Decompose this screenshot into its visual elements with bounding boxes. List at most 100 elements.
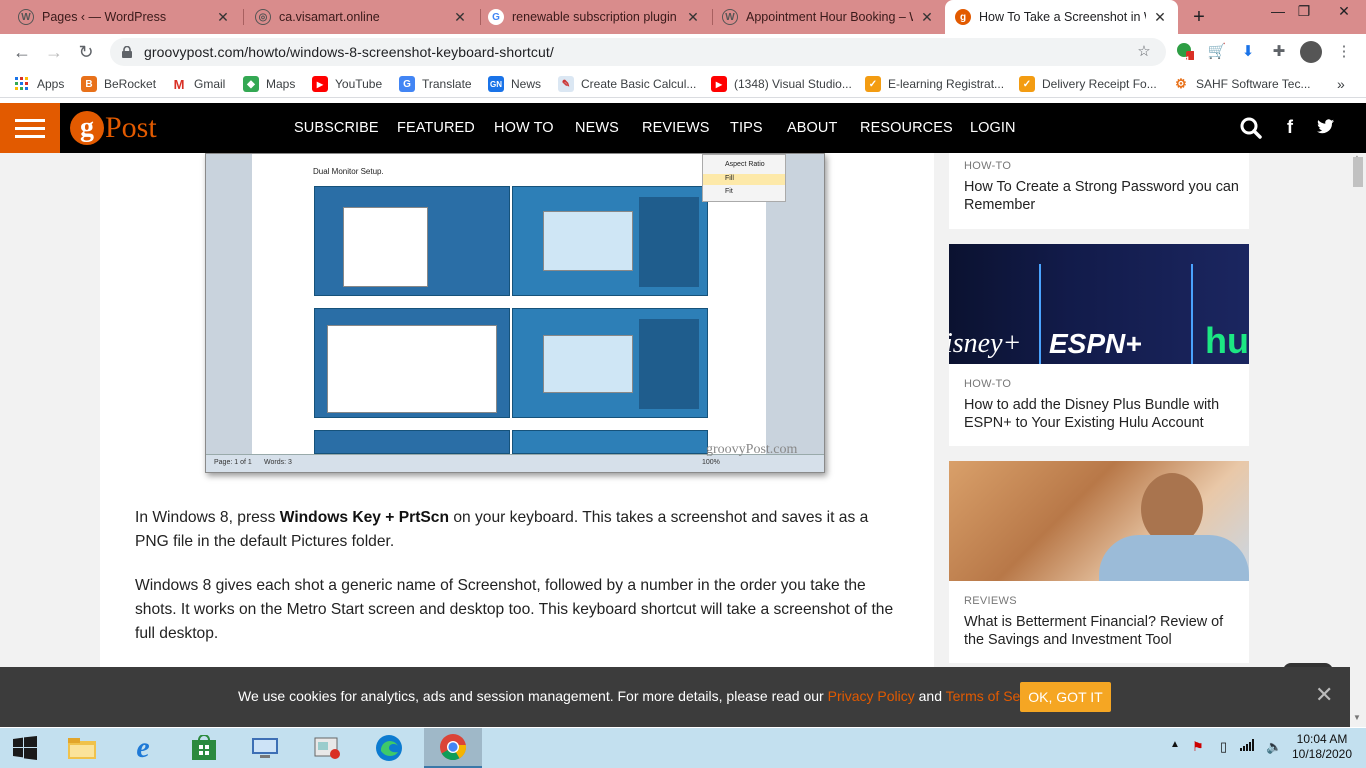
window-close-icon[interactable]: ✕: [1322, 0, 1366, 24]
card-category: HOW-TO: [964, 160, 1012, 172]
monitor-thumbnail: [512, 308, 708, 418]
tab-visamart[interactable]: ◎ ca.visamart.online ✕: [245, 0, 478, 34]
man-with-laptop-image[interactable]: [949, 461, 1249, 581]
facebook-icon[interactable]: f: [1287, 117, 1293, 138]
bookmark-label: Apps: [37, 77, 65, 91]
bookmark-news[interactable]: GN News: [488, 75, 541, 93]
shopping-cart-icon[interactable]: 🛒: [1207, 42, 1227, 62]
store-icon[interactable]: [179, 728, 229, 768]
bookmark-label: News: [511, 77, 542, 91]
window-thumbnail: [327, 325, 497, 413]
close-icon[interactable]: ✕: [685, 9, 701, 26]
twitter-icon[interactable]: [1317, 119, 1335, 140]
bookmark-label: YouTube: [335, 77, 383, 91]
nav-resources[interactable]: RESOURCES: [860, 120, 953, 136]
remote-desktop-icon[interactable]: [240, 728, 290, 768]
menu-kebab-icon[interactable]: ⋮: [1334, 42, 1354, 62]
nav-reviews[interactable]: REVIEWS: [642, 120, 710, 136]
internet-explorer-icon[interactable]: e: [118, 728, 168, 768]
tab-wordpress-pages[interactable]: W Pages ‹ — WordPress ✕: [8, 0, 241, 34]
clock-time: 10:04 AM: [1296, 732, 1348, 746]
nav-featured[interactable]: FEATURED: [397, 120, 475, 136]
hamburger-menu-icon[interactable]: [0, 103, 60, 153]
bookmark-visual-studio[interactable]: ▶ (1348) Visual Studio...: [711, 75, 852, 93]
search-icon[interactable]: [1240, 117, 1262, 144]
scroll-down-icon[interactable]: ▼: [1353, 713, 1361, 722]
word-document: Dual Monitor Setup. Aspect Ratio Fill Fi…: [252, 154, 786, 454]
back-icon[interactable]: ←: [10, 41, 34, 63]
bookmark-label: Translate: [422, 77, 472, 91]
bookmark-maps[interactable]: ◆ Maps: [243, 75, 295, 93]
menu-item-aspect-ratio: Aspect Ratio: [725, 161, 765, 168]
accept-cookies-button[interactable]: OK, GOT IT: [1020, 682, 1111, 712]
system-clock[interactable]: 10:04 AM 10/18/2020: [1286, 732, 1358, 762]
file-explorer-icon[interactable]: [57, 728, 107, 768]
sidebar-card[interactable]: HOW-TO How To Create a Strong Password y…: [949, 153, 1249, 229]
close-icon[interactable]: ✕: [215, 9, 231, 26]
tab-google-search[interactable]: G renewable subscription plugin fo ✕: [478, 0, 711, 34]
card-title[interactable]: How To Create a Strong Password you can …: [964, 178, 1239, 214]
forward-icon[interactable]: →: [42, 41, 66, 63]
bookmark-berocket[interactable]: B BeRocket: [81, 75, 156, 93]
screen-recorder-icon[interactable]: [302, 728, 352, 768]
tab-appointment-booking[interactable]: W Appointment Hour Booking – W ✕: [712, 0, 945, 34]
window-thumbnail: [543, 211, 633, 271]
restore-icon[interactable]: ❐: [1282, 0, 1326, 24]
watermark-text: groovyPost.com: [706, 442, 798, 457]
puzzle-extensions-icon[interactable]: ✚: [1269, 42, 1289, 62]
logo-letter: g: [70, 111, 104, 145]
chrome-taskbar-icon[interactable]: [424, 728, 482, 768]
omnibox[interactable]: groovypost.com/howto/windows-8-screensho…: [110, 38, 1166, 66]
scroll-thumb[interactable]: [1353, 157, 1363, 187]
bookmark-elearning[interactable]: ✓ E-learning Registrat...: [865, 75, 1004, 93]
groovypost-logo[interactable]: g Post: [70, 109, 157, 147]
url-text: groovypost.com/howto/windows-8-screensho…: [144, 44, 554, 60]
battery-icon[interactable]: ▯: [1220, 739, 1227, 755]
status-words: Words: 3: [264, 459, 292, 466]
desktop-icons-area: [639, 319, 699, 409]
profile-avatar[interactable]: [1300, 41, 1322, 63]
nav-login[interactable]: LOGIN: [970, 120, 1016, 136]
download-icon[interactable]: ⬇: [1238, 42, 1258, 62]
network-signal-icon[interactable]: [1240, 739, 1254, 754]
extension-green-icon[interactable]: 1: [1175, 42, 1195, 65]
bookmark-star-icon[interactable]: ☆: [1134, 42, 1154, 62]
close-icon[interactable]: ✕: [1152, 9, 1168, 26]
card-title[interactable]: What is Betterment Financial? Review of …: [964, 613, 1239, 649]
nav-how-to[interactable]: HOW TO: [494, 120, 554, 136]
doc-title: Dual Monitor Setup.: [313, 167, 384, 176]
close-icon[interactable]: ✕: [1315, 684, 1333, 706]
close-icon[interactable]: ✕: [452, 9, 468, 26]
new-tab-icon[interactable]: +: [1188, 6, 1210, 28]
sidebar-card[interactable]: isney+ ESPN+ hu HOW-TO How to add the Di…: [949, 244, 1249, 446]
nav-tips[interactable]: TIPS: [730, 120, 763, 136]
bookmark-youtube[interactable]: ▶ YouTube: [312, 75, 382, 93]
reload-icon[interactable]: ↻: [74, 41, 98, 63]
windows-start-icon[interactable]: [0, 728, 50, 768]
bookmark-delivery-receipt[interactable]: ✓ Delivery Receipt Fo...: [1019, 75, 1157, 93]
monitor-thumbnail: [314, 308, 510, 418]
more-bookmarks-chevron-icon[interactable]: »: [1337, 75, 1345, 93]
privacy-policy-link[interactable]: Privacy Policy: [828, 688, 915, 704]
nav-subscribe[interactable]: SUBSCRIBE: [294, 120, 379, 136]
bookmark-calculator[interactable]: ✎ Create Basic Calcul...: [558, 75, 696, 93]
nav-about[interactable]: ABOUT: [787, 120, 837, 136]
bookmark-gmail[interactable]: M Gmail: [171, 75, 225, 93]
nav-news[interactable]: NEWS: [575, 120, 619, 136]
page-scrollbar[interactable]: ▲ ▼: [1350, 153, 1366, 727]
tab-title: Pages ‹ — WordPress: [42, 10, 167, 24]
tab-groovypost-active[interactable]: g How To Take a Screenshot in W ✕: [945, 0, 1178, 34]
bookmark-translate[interactable]: G Translate: [399, 75, 472, 93]
divider-line: [1191, 264, 1193, 364]
card-title[interactable]: How to add the Disney Plus Bundle with E…: [964, 396, 1239, 432]
flag-icon[interactable]: ⚑: [1192, 739, 1204, 755]
tray-expand-icon[interactable]: ▲: [1170, 739, 1180, 750]
volume-icon[interactable]: 🔈: [1266, 739, 1282, 755]
close-icon[interactable]: ✕: [919, 9, 935, 26]
sidebar-card[interactable]: REVIEWS What is Betterment Financial? Re…: [949, 461, 1249, 663]
bookmark-apps[interactable]: Apps: [14, 75, 64, 93]
bookmark-sahf[interactable]: ⚙ SAHF Software Tec...: [1173, 75, 1311, 93]
disney-espn-hulu-image[interactable]: isney+ ESPN+ hu: [949, 244, 1249, 364]
youtube-icon: ▶: [312, 76, 328, 92]
edge-icon[interactable]: [364, 728, 414, 768]
